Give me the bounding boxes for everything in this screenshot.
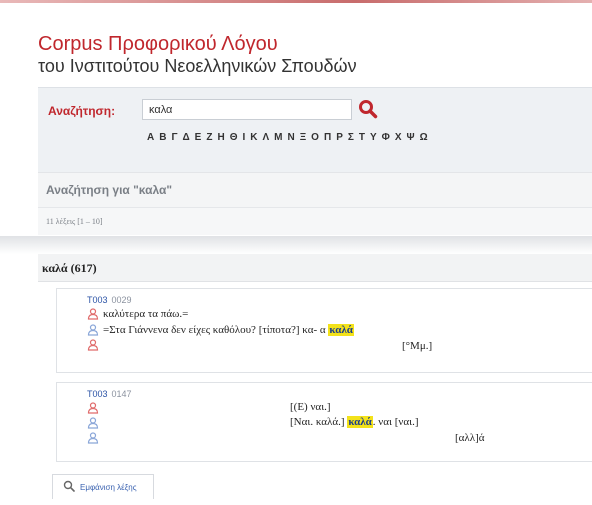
alphabet-letter[interactable]: Σ: [347, 132, 356, 143]
divider-shadow: [0, 236, 592, 254]
transcript-ref[interactable]: T003 0147: [87, 389, 132, 399]
alphabet-letter[interactable]: Κ: [249, 132, 259, 143]
alphabet-letter[interactable]: Ο: [310, 132, 321, 143]
transcript-line-number: 0029: [111, 295, 132, 305]
utterance-line: καλύτερα τα πάω.=: [103, 308, 189, 320]
utterance-line: [°Μμ.]: [402, 340, 433, 352]
speaker-b-icon: [87, 432, 99, 444]
alphabet-letter[interactable]: Η: [216, 132, 226, 143]
transcript-id[interactable]: T003: [87, 295, 108, 305]
utterance-line: [Ναι. καλά.] καλά. ναι [ναι.]: [290, 416, 419, 428]
alphabet-letter[interactable]: Ρ: [335, 132, 345, 143]
keyword-highlight[interactable]: καλά: [328, 324, 354, 336]
alphabet-letter[interactable]: Γ: [170, 132, 179, 143]
results-count: 11 λέξεις [1 – 10]: [46, 217, 103, 226]
speaker-a-icon: [87, 402, 99, 414]
alphabet-letter[interactable]: Μ: [273, 132, 284, 143]
word-heading: καλά (617): [42, 261, 97, 275]
alphabet-letter[interactable]: Ε: [194, 132, 204, 143]
magnifier-icon: [63, 480, 75, 492]
alphabet-letter[interactable]: Υ: [369, 132, 379, 143]
alphabet-letter[interactable]: Π: [323, 132, 333, 143]
speaker-a-icon: [87, 308, 99, 320]
concordance-card: T003 0147 [(Ε) ναι.] [Ναι. καλά.] καλά. ν…: [56, 382, 592, 462]
search-icon[interactable]: [358, 99, 378, 119]
alphabet-index: ΑΒΓΔΕΖΗΘΙΚΛΜΝΞΟΠΡΣΤΥΦΧΨΩ: [146, 132, 430, 143]
alphabet-letter[interactable]: Α: [146, 132, 156, 143]
concordance-card: T003 0029 καλύτερα τα πάω.= =Στα Γιάννενα…: [56, 288, 592, 373]
transcript-ref[interactable]: T003 0029: [87, 295, 132, 305]
speaker-b-icon: [87, 324, 99, 336]
results-header: Αναζήτηση για "καλα": [38, 172, 592, 207]
alphabet-letter[interactable]: Ν: [287, 132, 297, 143]
alphabet-letter[interactable]: Φ: [381, 132, 392, 143]
search-panel: Αναζήτηση: ΑΒΓΔΕΖΗΘΙΚΛΜΝΞΟΠΡΣΤΥΦΧΨΩ: [38, 87, 592, 173]
alphabet-letter[interactable]: Ω: [419, 132, 430, 143]
transcript-line-number: 0147: [111, 389, 132, 399]
utterance-text: [Ναι. καλά.]: [290, 416, 345, 428]
transcript-id[interactable]: T003: [87, 389, 108, 399]
alphabet-letter[interactable]: Ψ: [406, 132, 417, 143]
site-title: Corpus Προφορικού Λόγου: [38, 33, 278, 55]
results-count-bar: 11 λέξεις [1 – 10]: [38, 207, 592, 235]
alphabet-letter[interactable]: Β: [158, 132, 168, 143]
alphabet-letter[interactable]: Χ: [394, 132, 404, 143]
speaker-b-icon: [87, 417, 99, 429]
utterance-text: =Στα Γιάννενα δεν είχες καθόλου? [τίποτα…: [103, 324, 326, 336]
alphabet-letter[interactable]: Ζ: [205, 132, 214, 143]
alphabet-letter[interactable]: Θ: [229, 132, 240, 143]
utterance-text: . ναι [ναι.]: [372, 416, 419, 428]
keyword-highlight[interactable]: καλά: [347, 416, 373, 428]
speaker-a-icon: [87, 339, 99, 351]
top-accent-line: [0, 0, 592, 3]
alphabet-letter[interactable]: Δ: [181, 132, 191, 143]
show-word-label: Εμφάνιση λέξης: [80, 483, 137, 492]
alphabet-letter[interactable]: Τ: [358, 132, 367, 143]
alphabet-letter[interactable]: Ι: [241, 132, 247, 143]
word-heading-bar: καλά (617): [38, 254, 592, 282]
show-word-button[interactable]: Εμφάνιση λέξης: [52, 474, 154, 499]
results-title: Αναζήτηση για "καλα": [46, 183, 173, 197]
utterance-line: =Στα Γιάννενα δεν είχες καθόλου? [τίποτα…: [103, 324, 354, 336]
utterance-line: [αλλ]ά: [455, 432, 485, 444]
search-label: Αναζήτηση:: [48, 104, 116, 118]
utterance-line: [(Ε) ναι.]: [290, 401, 331, 413]
search-input[interactable]: [142, 99, 352, 120]
alphabet-letter[interactable]: Ξ: [299, 132, 308, 143]
site-subtitle: του Ινστιτούτου Νεοελληνικών Σπουδών: [38, 56, 357, 76]
alphabet-letter[interactable]: Λ: [261, 132, 271, 143]
